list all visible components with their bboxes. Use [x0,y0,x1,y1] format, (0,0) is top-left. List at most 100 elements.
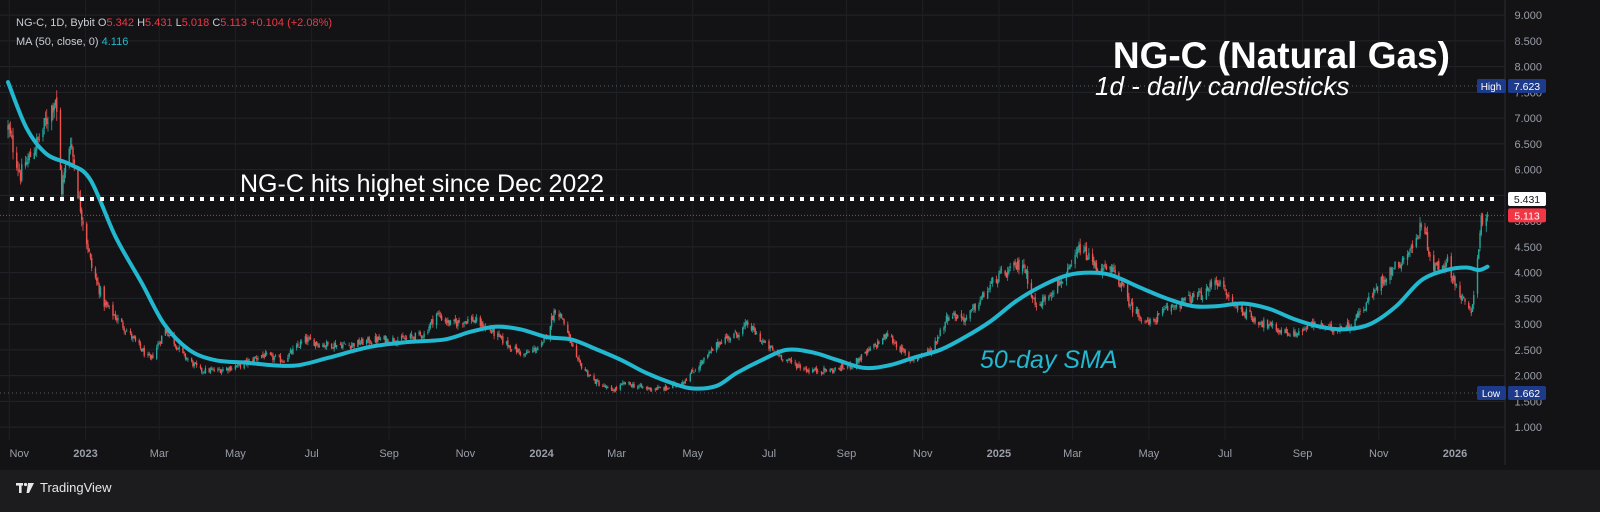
candle-body [370,342,373,345]
candle-body [385,338,388,343]
candle-body [613,390,615,392]
candle-body [53,104,55,111]
candle-body [37,136,39,140]
candle-body [204,368,207,374]
candle-body [935,341,938,344]
candle-body [1328,324,1330,326]
candle-body [248,359,250,361]
candle-body [528,351,530,353]
candle-body [178,346,180,350]
tradingview-logo[interactable]: TradingView [16,480,112,495]
candle-body [212,369,214,371]
candle-body [1285,328,1288,333]
candle-body [174,344,177,347]
candle-body [865,351,868,354]
candle-body [999,270,1001,274]
candle-body [996,280,999,285]
candle-body [988,288,990,290]
candle-body [585,370,588,372]
y-tick-label: 8.000 [1514,62,1542,74]
candle-body [1105,266,1108,270]
candle-body [1380,277,1382,291]
price-chart[interactable]: 9.0008.5008.0007.5007.0006.5006.0005.500… [0,0,1600,470]
candle-body [981,292,984,298]
candle-body [1383,279,1385,285]
candle-body [69,145,72,149]
candle-body [839,368,841,371]
candle-body [1121,282,1124,285]
candle-body [1164,309,1166,310]
candle-body [1140,320,1143,322]
candle-body [369,342,372,344]
candle-body [38,138,40,140]
candle-body [88,249,90,252]
candle-body [33,152,35,160]
candle-body [1004,270,1006,275]
candle-body [553,310,555,322]
candle-body [814,368,816,371]
candle-body [299,341,302,348]
candle-body [78,196,80,198]
candle-body [235,365,238,367]
candle-body [956,314,959,319]
candle-body [970,309,973,310]
candle-body [72,147,74,157]
candle-body [217,368,219,371]
candle-body [27,158,29,165]
candle-body [960,313,963,318]
candle-body [588,375,590,377]
candle-body [1479,232,1481,248]
candle-body [108,305,110,307]
candle-body [928,349,930,351]
candle-body [589,374,592,376]
candle-body [727,335,729,339]
candle-body [642,386,644,388]
candle-body [1460,295,1462,300]
candle-body [715,342,718,351]
candle-body [563,319,565,324]
candle-body [964,318,966,323]
candle-body [1424,226,1426,234]
candle-body [1426,232,1429,250]
candle-body [1294,331,1296,337]
candle-body [1123,283,1125,286]
candle-body [743,325,745,328]
candle-body [894,342,896,344]
candle-body [1216,282,1219,287]
candle-body [562,318,564,320]
candle-body [292,348,294,355]
candle-body [945,315,948,323]
candle-body [1154,319,1156,322]
candle-body [638,386,640,387]
candle-body [815,368,818,372]
candle-body [699,362,701,369]
candle-body [587,370,589,376]
candle-body [254,357,257,359]
candle-body [1138,312,1140,317]
candle-body [1051,293,1054,295]
candle-body [280,361,283,363]
candle-body [182,347,184,353]
candle-body [785,359,788,361]
candle-body [1438,261,1440,271]
candle-body [1249,309,1251,313]
candle-body [220,370,223,373]
x-tick-label: Jul [305,448,319,460]
candle-body [97,281,99,285]
candle-body [1365,302,1367,311]
candle-body [384,335,387,344]
candle-body [510,349,513,350]
candle-body [724,337,726,344]
candle-body [1480,215,1482,235]
candle-body [951,316,954,319]
candle-body [219,369,222,373]
candle-body [725,336,728,339]
candle-body [1245,309,1248,319]
candle-body [1476,258,1479,294]
candle-body [867,349,869,354]
candle-body [610,386,613,390]
candle-body [349,345,352,349]
candle-body [712,349,714,351]
candle-body [664,386,666,391]
candle-body [878,342,880,344]
